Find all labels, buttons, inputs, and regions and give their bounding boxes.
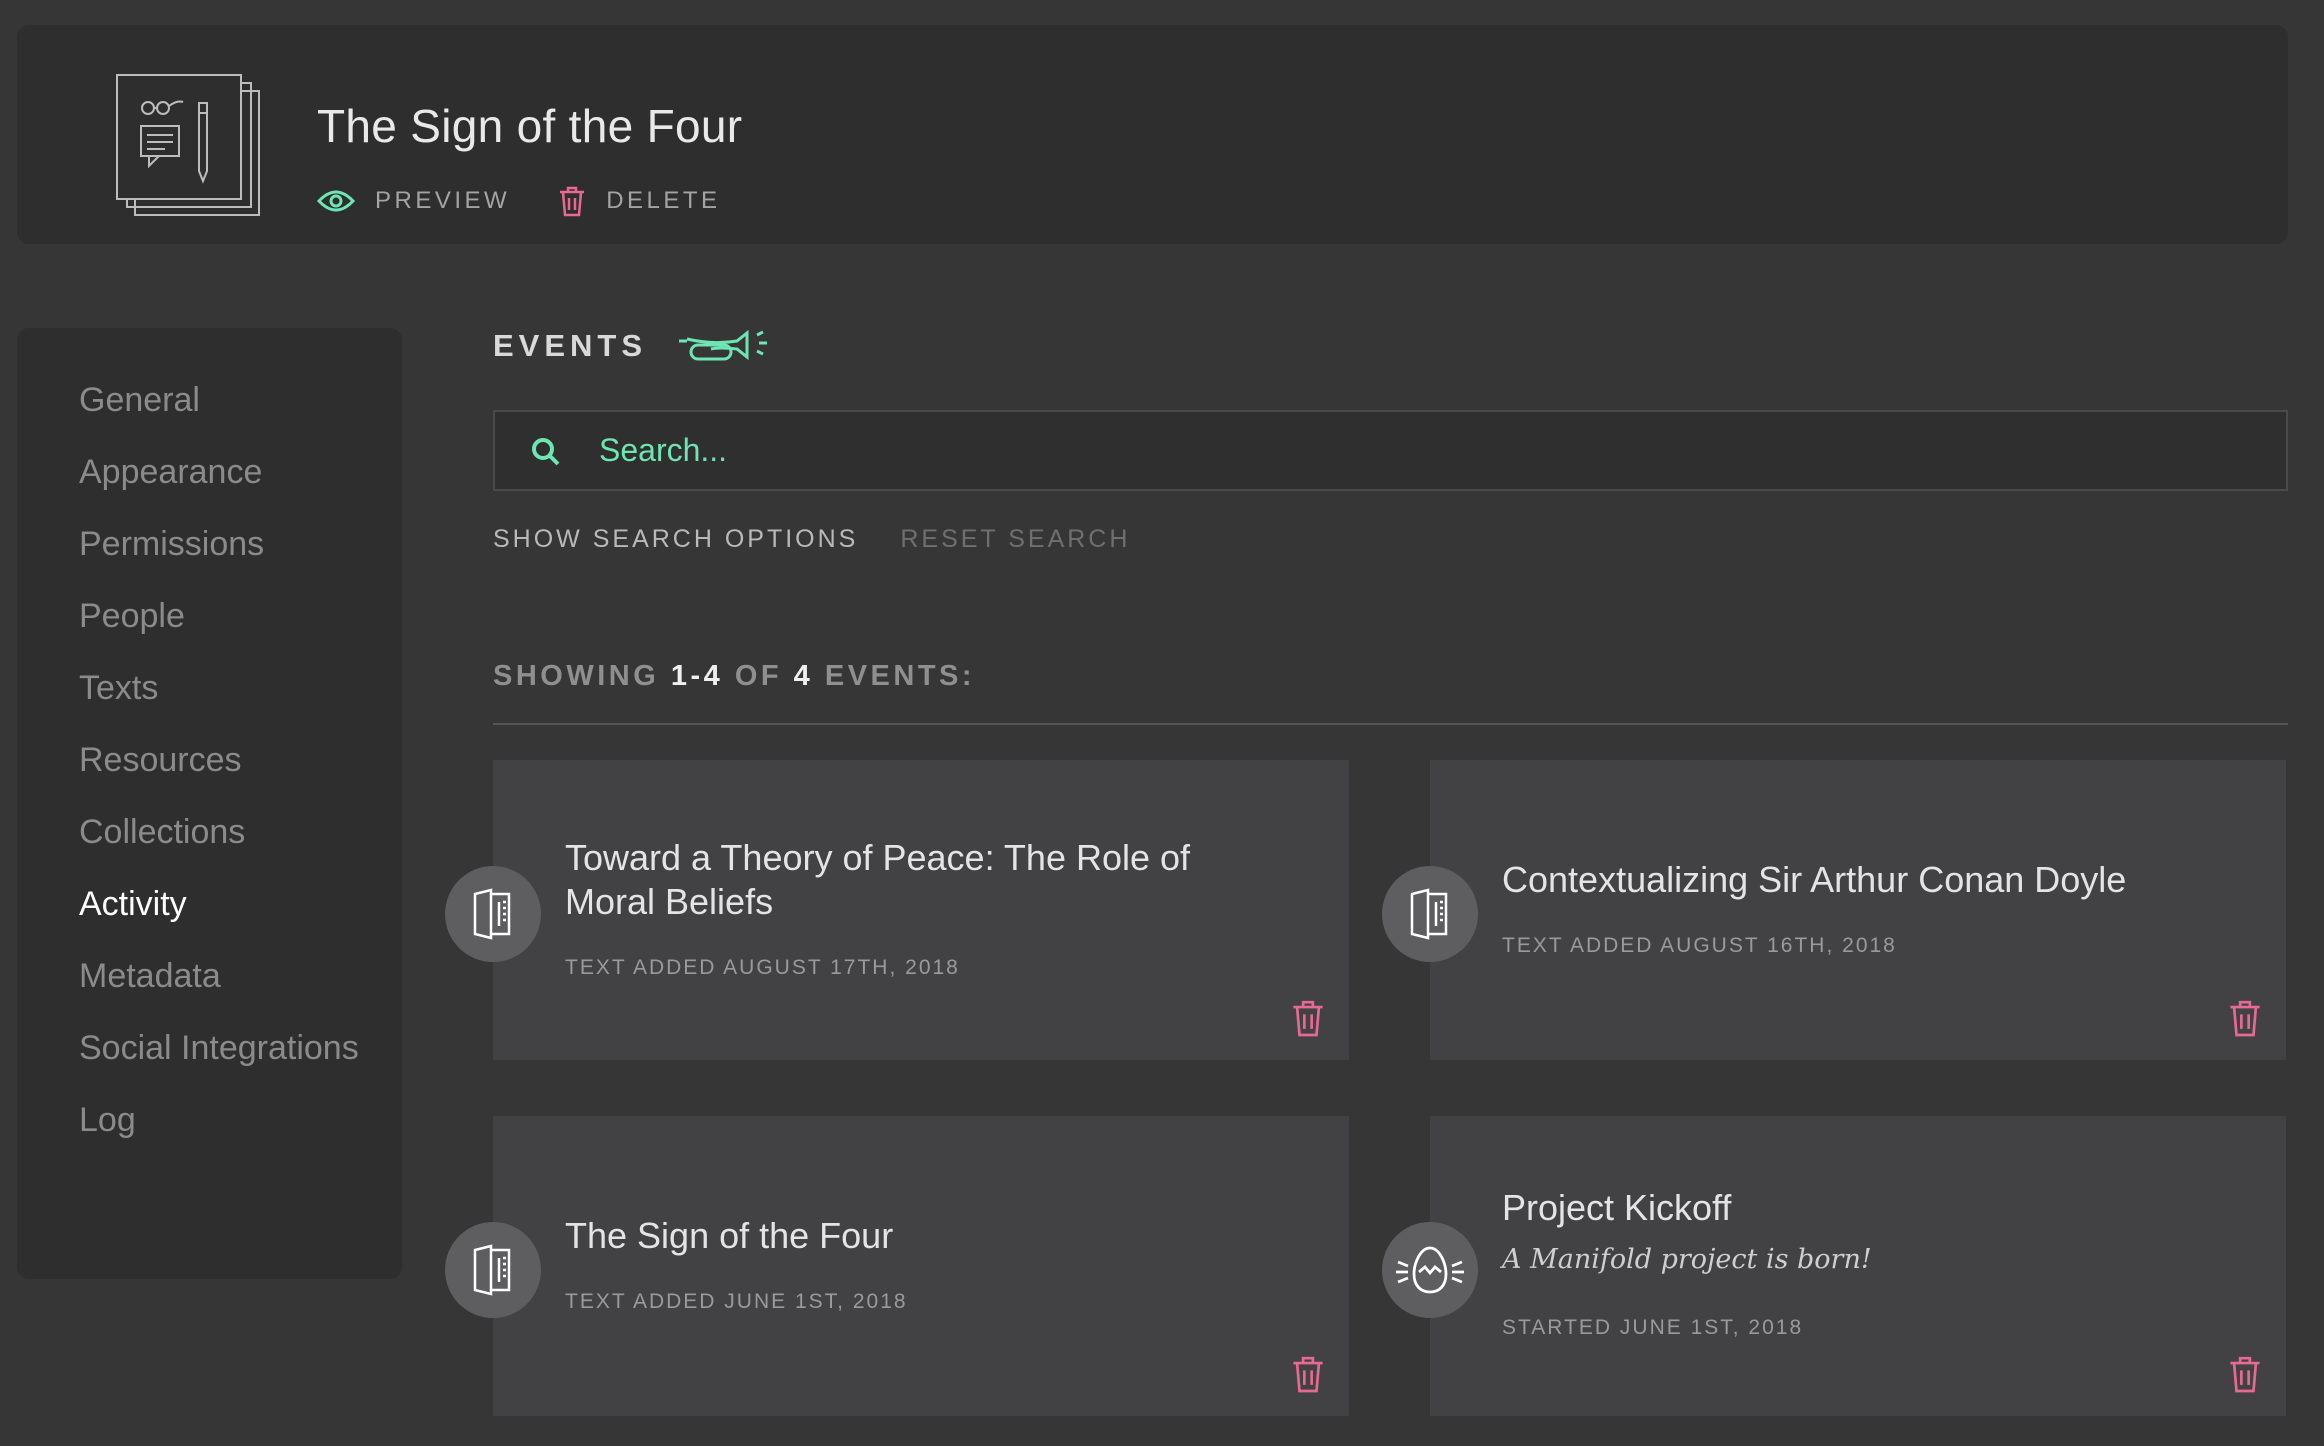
event-title: The Sign of the Four [565,1215,894,1256]
trash-icon [560,186,585,217]
text-book-icon [1382,866,1478,962]
event-subtitle: A Manifold project is born! [1502,1244,1872,1275]
results-count: SHOWING 1-4 OF 4 EVENTS: [493,660,975,693]
event-meta: STARTED JUNE 1ST, 2018 [1502,1316,1804,1339]
events-heading: EVENTS [493,328,773,364]
event-card[interactable]: Toward a Theory of Peace: The Role of Mo… [445,760,1349,1060]
sidebar-item-social-integrations[interactable]: Social Integrations [79,1026,379,1070]
event-meta: TEXT ADDED AUGUST 16TH, 2018 [1502,934,1897,957]
event-meta: TEXT ADDED JUNE 1ST, 2018 [565,1290,908,1313]
event-card[interactable]: The Sign of the Four TEXT ADDED JUNE 1ST… [445,1116,1349,1416]
sidebar-item-texts[interactable]: Texts [79,666,379,710]
header-actions: Preview Delete [317,185,769,217]
results-prefix: SHOWING [493,660,660,692]
project-thumbnail-icon [116,74,260,216]
reset-search-button[interactable]: RESET SEARCH [900,525,1130,554]
eye-icon [317,190,355,212]
egg-hatch-icon [1382,1222,1478,1318]
event-title: Toward a Theory of Peace: The Role of Mo… [565,837,1191,922]
text-book-icon [445,1222,541,1318]
sidebar-item-permissions[interactable]: Permissions [79,522,379,566]
settings-sidebar: General Appearance Permissions People Te… [17,328,402,1279]
event-title: Project Kickoff [1502,1187,1732,1228]
event-card[interactable]: Project Kickoff A Manifold project is bo… [1382,1116,2286,1416]
search-links: SHOW SEARCH OPTIONS RESET SEARCH [493,525,1172,554]
text-book-icon [445,866,541,962]
sidebar-item-log[interactable]: Log [79,1098,379,1142]
events-title: EVENTS [493,328,648,363]
event-card[interactable]: Contextualizing Sir Arthur Conan Doyle T… [1382,760,2286,1060]
delete-button[interactable]: Delete [558,185,720,217]
delete-event-trash-icon[interactable] [2228,1354,2262,1394]
delete-event-trash-icon[interactable] [1291,1354,1325,1394]
sidebar-item-collections[interactable]: Collections [79,810,379,854]
sidebar-item-resources[interactable]: Resources [79,738,379,782]
divider [493,723,2288,725]
search-input[interactable] [597,412,2197,489]
results-of: OF [734,660,783,692]
search-box [493,410,2288,491]
sidebar-item-activity[interactable]: Activity [79,882,379,926]
sidebar-item-appearance[interactable]: Appearance [79,450,379,494]
show-search-options-button[interactable]: SHOW SEARCH OPTIONS [493,525,858,554]
delete-event-trash-icon[interactable] [1291,998,1325,1038]
results-suffix: EVENTS: [824,660,976,692]
event-title: Contextualizing Sir Arthur Conan Doyle [1502,859,2127,900]
project-header: The Sign of the Four Preview Delete [17,25,2288,244]
sidebar-item-people[interactable]: People [79,594,379,638]
bugle-icon [679,329,768,361]
sidebar-item-general[interactable]: General [79,378,379,422]
results-range: 1-4 [670,660,724,692]
results-total: 4 [793,660,814,692]
preview-button[interactable]: Preview [317,187,510,215]
project-title: The Sign of the Four [317,100,743,152]
search-icon [532,438,560,466]
preview-label: Preview [375,187,511,214]
delete-label: Delete [606,187,721,214]
delete-event-trash-icon[interactable] [2228,998,2262,1038]
event-meta: TEXT ADDED AUGUST 17TH, 2018 [565,956,960,979]
sidebar-item-metadata[interactable]: Metadata [79,954,379,998]
